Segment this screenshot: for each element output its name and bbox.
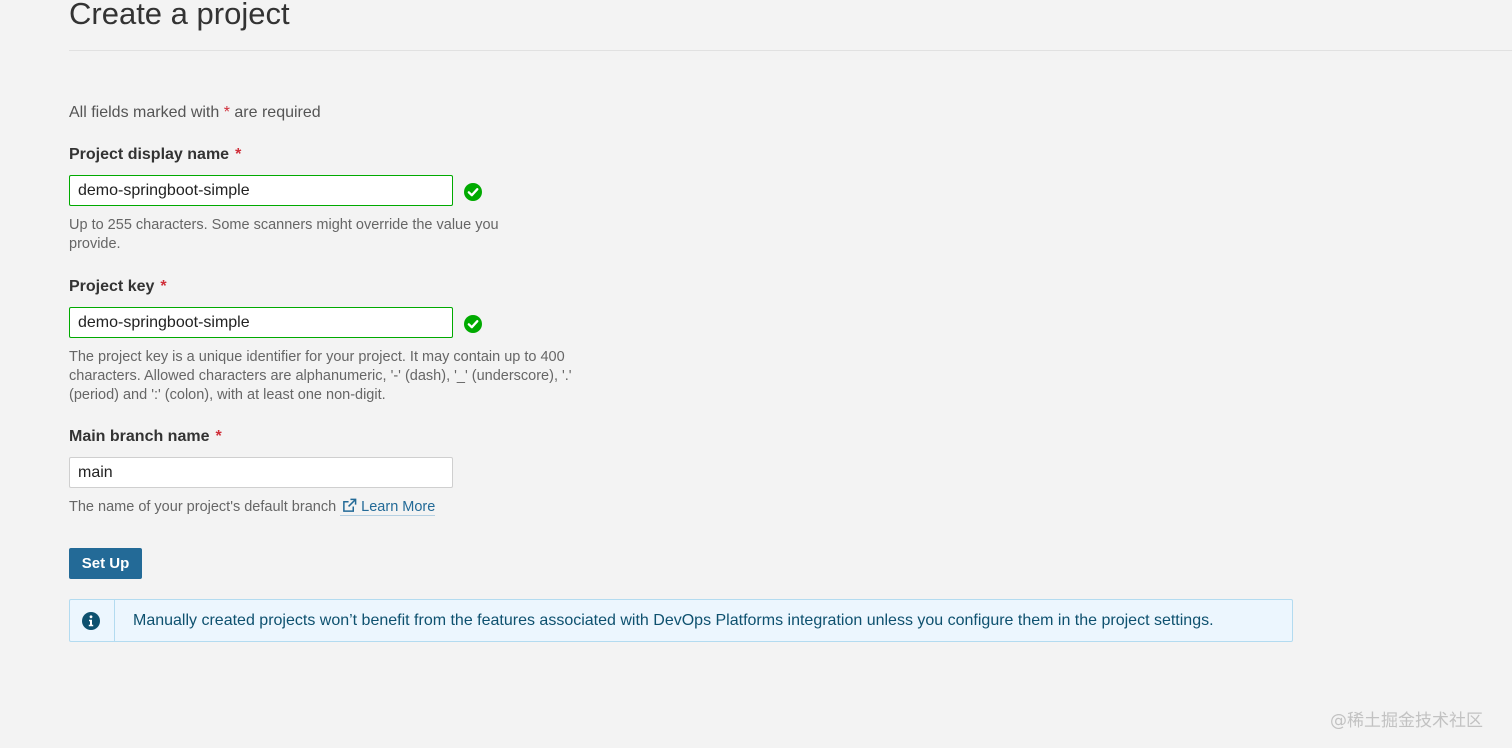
project-key-label: Project key * — [69, 277, 167, 297]
required-star: * — [235, 146, 242, 163]
required-note-suffix: are required — [229, 104, 321, 121]
external-link-icon — [343, 498, 357, 512]
project-key-help: The project key is a unique identifier f… — [69, 349, 572, 403]
main-branch-label-text: Main branch name — [69, 428, 210, 445]
info-alert-text: Manually created projects won’t benefit … — [133, 612, 1214, 629]
title-divider — [69, 50, 1512, 51]
display-name-label-text: Project display name — [69, 146, 230, 163]
main-branch-help-text: The name of your project's default branc… — [69, 499, 337, 515]
learn-more-link[interactable]: Learn More — [340, 498, 436, 516]
required-star: * — [160, 278, 167, 295]
set-up-button[interactable]: Set Up — [69, 548, 142, 579]
info-alert: Manually created projects won’t benefit … — [69, 599, 1293, 642]
main-branch-help: The name of your project's default branc… — [69, 498, 669, 517]
display-name-help: Up to 255 characters. Some scanners migh… — [69, 217, 499, 252]
required-note-prefix: All fields marked with — [69, 104, 224, 121]
project-display-name-input[interactable] — [69, 175, 453, 206]
main-branch-label: Main branch name * — [69, 427, 222, 447]
watermark: @稀土掘金技术社区 — [1330, 711, 1483, 731]
page-title: Create a project — [69, 0, 290, 31]
info-icon-cell — [70, 600, 115, 641]
project-key-label-text: Project key — [69, 278, 155, 295]
display-name-label: Project display name * — [69, 145, 241, 165]
required-star: * — [215, 428, 222, 445]
info-icon — [82, 612, 100, 630]
valid-check-icon — [464, 315, 482, 333]
project-key-input[interactable] — [69, 307, 453, 338]
learn-more-label: Learn More — [361, 499, 436, 515]
valid-check-icon — [464, 183, 482, 201]
required-fields-note: All fields marked with * are required — [69, 103, 321, 123]
main-branch-input[interactable] — [69, 457, 453, 488]
